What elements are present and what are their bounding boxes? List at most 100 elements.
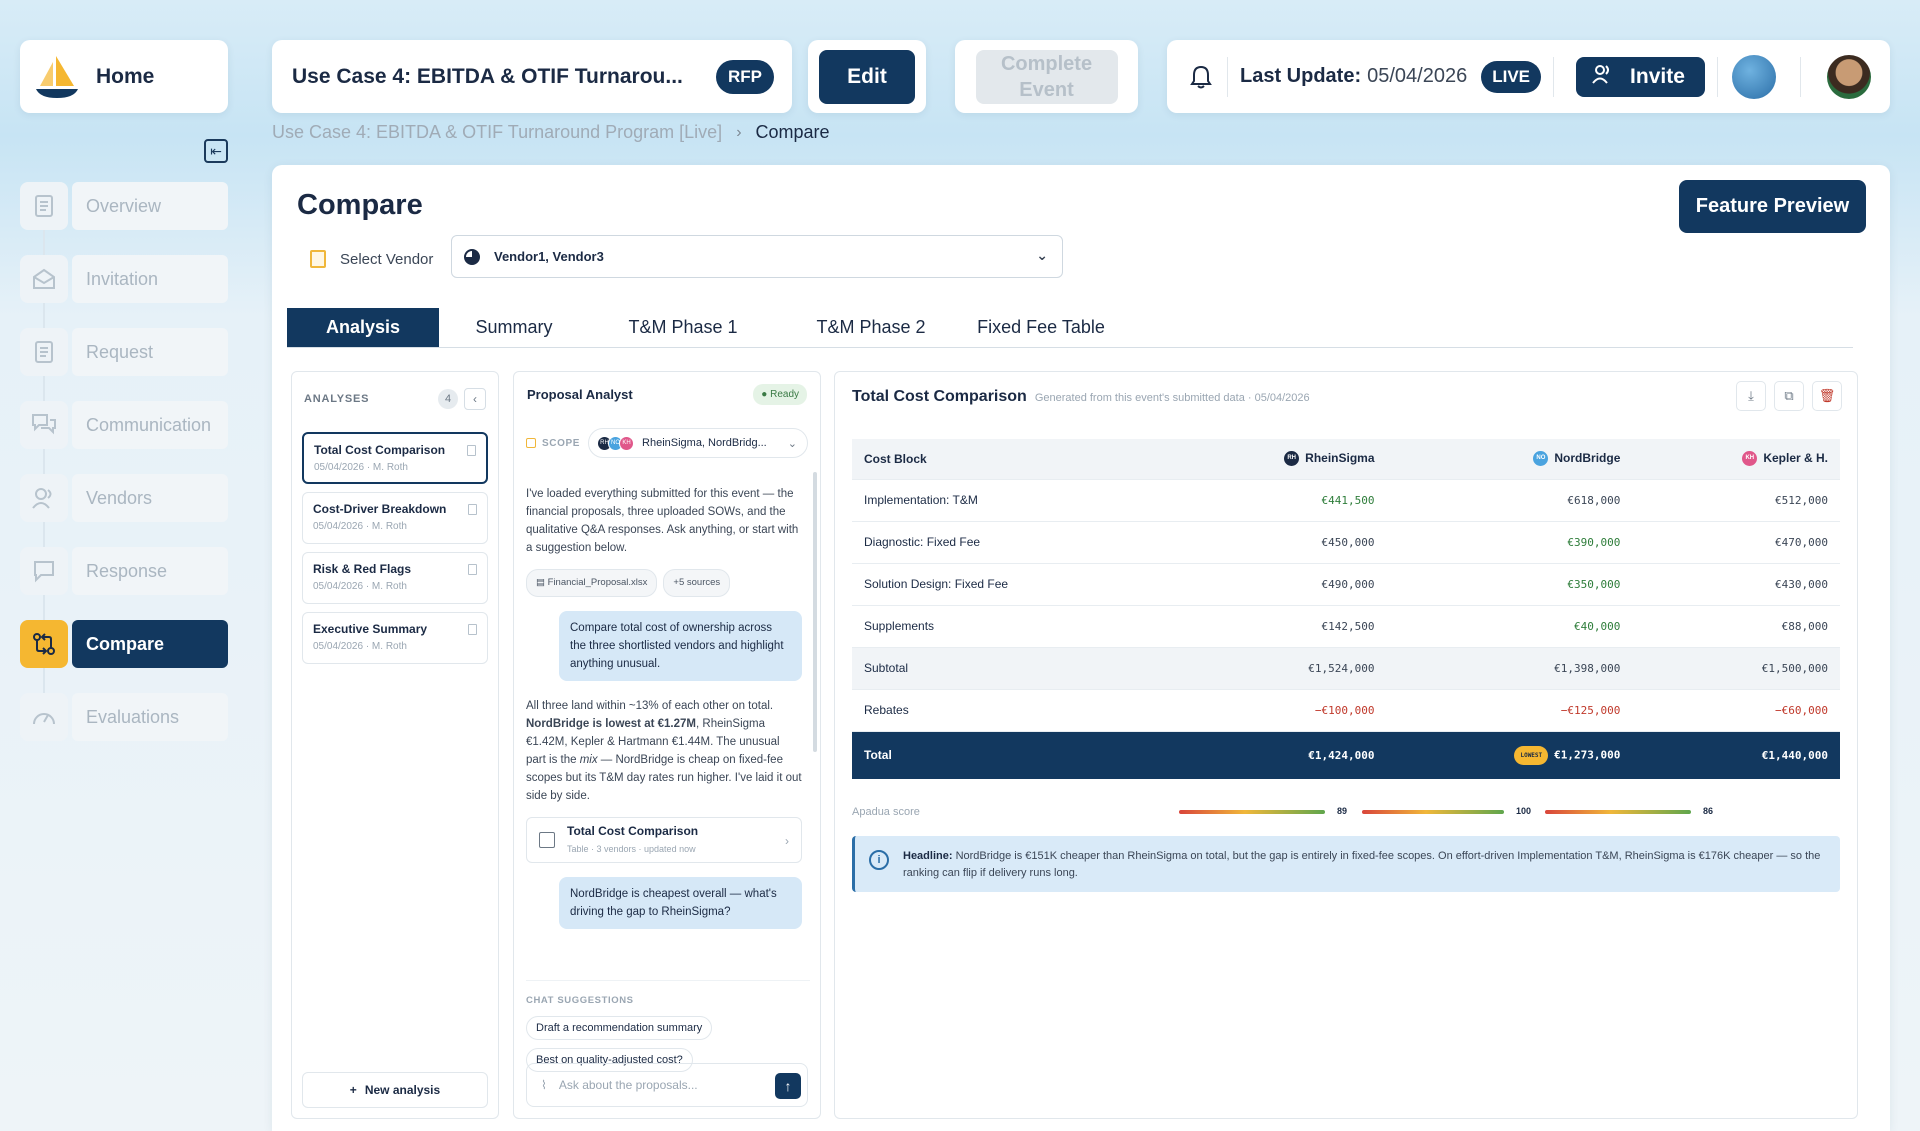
scope-select[interactable]: RH NO KH RheinSigma, NordBridg... ⌄ — [588, 428, 809, 458]
status-card: Last Update: 05/04/2026 LIVE Invite — [1167, 40, 1890, 113]
cost-cell: €1,398,000 — [1386, 647, 1633, 690]
source-chip[interactable]: ▤ Financial_Proposal.xlsx — [526, 569, 658, 597]
column-header-vendor: RH RheinSigma — [1170, 439, 1387, 480]
divider — [1799, 56, 1801, 97]
more-sources-chip[interactable]: +5 sources — [663, 569, 731, 597]
cost-value: €441,500 — [1321, 493, 1375, 507]
column-header: Cost Block — [852, 439, 1171, 480]
breadcrumb: Use Case 4: EBITDA & OTIF Turnaround Pro… — [272, 122, 830, 143]
event-title-card: Use Case 4: EBITDA & OTIF Turnarou... RF… — [272, 40, 792, 113]
complete-event-button[interactable]: Complete Event — [975, 49, 1118, 104]
bell-icon[interactable] — [1187, 63, 1215, 91]
cost-value: €430,000 — [1775, 577, 1828, 591]
analysis-item[interactable]: Cost-Driver Breakdown 05/04/2026 · M. Ro… — [302, 492, 488, 544]
tab-fixed-fee-table[interactable]: Fixed Fee Table — [965, 308, 1117, 347]
chat-input[interactable]: ⌇ Ask about the proposals... ↑ — [526, 1063, 808, 1107]
score-value: 100 — [1516, 806, 1532, 816]
analysis-name: Total Cost Comparison — [314, 443, 446, 457]
card-title: Total Cost Comparison — [567, 824, 699, 838]
vendor-select[interactable]: Vendor1, Vendor3 ⌄ — [451, 235, 1063, 278]
sidebar-item-label: Vendors — [72, 474, 228, 522]
cost-cell: €1,440,000 — [1632, 731, 1840, 779]
scope-icon — [526, 438, 536, 448]
collapse-sidebar-icon[interactable]: ⇤ — [204, 139, 228, 163]
trash-icon[interactable] — [468, 564, 477, 575]
cost-cell: −€125,000 — [1386, 689, 1633, 732]
analysis-item[interactable]: Executive Summary 05/04/2026 · M. Roth — [302, 612, 488, 664]
cost-value: €1,398,000 — [1554, 661, 1621, 675]
new-analysis-button[interactable]: + New analysis — [302, 1072, 488, 1108]
trash-icon[interactable] — [468, 624, 477, 635]
users-icon — [20, 474, 68, 522]
cost-block-label: Rebates — [852, 689, 1171, 732]
sidebar-item-label: Request — [72, 328, 228, 376]
info-icon: i — [869, 850, 889, 870]
cost-cell: €618,000 — [1386, 479, 1633, 522]
home-label: Home — [96, 64, 155, 88]
cost-cell: €88,000 — [1632, 605, 1840, 648]
edit-button[interactable]: Edit — [819, 49, 915, 104]
tab-tm-phase-2[interactable]: T&M Phase 2 — [777, 308, 965, 347]
collapse-panel-icon[interactable]: ‹ — [464, 388, 486, 410]
column-header-vendor: NO NordBridge — [1386, 439, 1633, 480]
tab-summary[interactable]: Summary — [439, 308, 589, 347]
sidebar-item-response[interactable]: Response — [20, 546, 228, 596]
cost-cell: €490,000 — [1170, 563, 1387, 606]
analysis-meta: 05/04/2026 · M. Roth — [313, 641, 407, 652]
score-bar — [1362, 810, 1504, 814]
sidebar-item-compare[interactable]: Compare — [20, 619, 228, 669]
vendor-avatar: RH — [1284, 451, 1300, 467]
sidebar-item-vendors[interactable]: Vendors — [20, 473, 228, 523]
sidebar-item-label: Overview — [72, 182, 228, 230]
table-header-row: Cost Block RH RheinSigma NO NordBridge KH K… — [852, 439, 1840, 480]
download-icon[interactable]: ⤓ — [1736, 381, 1766, 411]
answer-highlight: NordBridge is lowest at €1.27M — [526, 718, 696, 730]
cost-cell: €430,000 — [1632, 563, 1840, 606]
sidebar-item-invitation[interactable]: Invitation — [20, 254, 228, 304]
analysis-item[interactable]: Total Cost Comparison 05/04/2026 · M. Ro… — [302, 432, 488, 484]
send-icon[interactable]: ↑ — [775, 1073, 801, 1099]
tab-analysis[interactable]: Analysis — [287, 308, 439, 347]
breadcrumb-parent[interactable]: Use Case 4: EBITDA & OTIF Turnaround Pro… — [272, 122, 722, 143]
analysis-item[interactable]: Risk & Red Flags 05/04/2026 · M. Roth — [302, 552, 488, 604]
vendor-name: RheinSigma — [1305, 451, 1375, 466]
feature-preview-button[interactable]: Feature Preview — [1679, 180, 1866, 233]
copy-icon[interactable]: ⧉ — [1774, 381, 1804, 411]
paperclip-icon[interactable]: ⌇ — [541, 1078, 547, 1092]
avatar[interactable] — [1826, 54, 1871, 99]
tab-tm-phase-1[interactable]: T&M Phase 1 — [589, 308, 777, 347]
sidebar-item-request[interactable]: Request — [20, 327, 228, 377]
cost-block-label: Diagnostic: Fixed Fee — [852, 521, 1171, 564]
sidebar-item-overview[interactable]: Overview — [20, 181, 228, 231]
vendor-avatars: RH NO KH — [597, 435, 635, 451]
analysis-name: Risk & Red Flags — [313, 562, 412, 576]
source-chip-label: Financial_Proposal.xlsx — [547, 577, 648, 588]
scope-value: RheinSigma, NordBridg... — [642, 437, 767, 449]
sidebar-item-evaluations[interactable]: Evaluations — [20, 692, 228, 742]
headline-label: Headline: — [903, 850, 953, 862]
plus-icon: + — [349, 1083, 357, 1097]
cost-value: −€100,000 — [1314, 703, 1375, 717]
home-card[interactable]: Home — [20, 40, 228, 113]
organization-logo[interactable] — [1731, 54, 1776, 99]
compare-icon — [20, 620, 68, 668]
headline-body: NordBridge is €151K cheaper than RheinSi… — [903, 850, 1821, 879]
sidebar-item-label: Evaluations — [72, 693, 228, 741]
cost-value: €490,000 — [1321, 577, 1375, 591]
trash-icon[interactable]: 🗑 — [1812, 381, 1842, 411]
invite-button[interactable]: Invite — [1576, 56, 1705, 97]
suggestion-chip[interactable]: Draft a recommendation summary — [526, 1016, 713, 1040]
chat-icon — [20, 401, 68, 449]
trash-icon[interactable] — [467, 445, 476, 456]
analysis-card-link[interactable]: Total Cost Comparison Table · 3 vendors … — [526, 817, 802, 863]
sidebar-item-communication[interactable]: Communication — [20, 400, 228, 450]
trash-icon[interactable] — [468, 504, 477, 515]
table-row: Subtotal €1,524,000 €1,398,000 €1,500,000 — [852, 647, 1840, 690]
vendor-avatar: KH — [1742, 451, 1758, 467]
cost-comparison-panel: Total Cost Comparison Generated from thi… — [834, 371, 1858, 1119]
chat-scrollbar[interactable] — [813, 472, 817, 752]
cost-value: €390,000 — [1567, 535, 1621, 549]
building-icon — [310, 250, 326, 268]
score-value: 89 — [1337, 806, 1348, 816]
proposal-analyst-panel: Proposal Analyst ● Ready SCOPE RH NO KH … — [513, 371, 821, 1119]
